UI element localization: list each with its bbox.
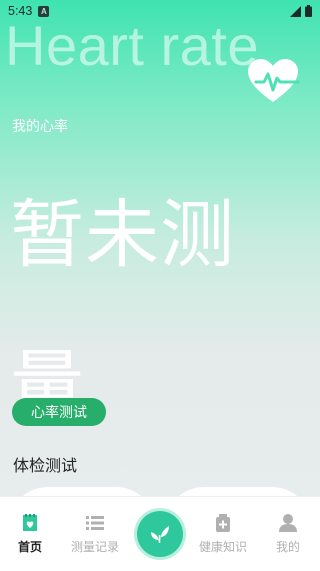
nav-item-records[interactable]: 测量记录 (65, 513, 125, 555)
signal-icon (290, 5, 301, 17)
nav-center-button[interactable] (137, 511, 183, 557)
leaf-icon (151, 526, 169, 543)
fitness-test-heading: 体检测试 (13, 456, 78, 475)
medicine-box-icon (216, 514, 230, 532)
nav-label-mine: 我的 (275, 540, 300, 554)
list-icon (86, 516, 104, 530)
heart-pulse-icon (248, 59, 300, 102)
nav-item-mine[interactable]: 我的 (258, 513, 318, 555)
heart-rate-test-button[interactable]: 心率测试 (12, 398, 106, 426)
nav-label-knowledge: 健康知识 (198, 540, 247, 554)
my-heart-rate-label: 我的心率 (12, 119, 68, 135)
nav-label-home: 首页 (17, 540, 42, 554)
person-icon (279, 514, 297, 532)
status-icons (290, 5, 312, 17)
home-icon (23, 514, 37, 531)
background-title: Heart rate (5, 14, 259, 77)
nav-item-knowledge[interactable]: 健康知识 (193, 513, 253, 555)
battery-icon (305, 5, 312, 17)
nav-item-home[interactable]: 首页 (0, 513, 60, 555)
nav-label-records: 测量记录 (70, 540, 119, 554)
bottom-nav: 首页 测量记录 健康知识 我的 (0, 496, 320, 571)
